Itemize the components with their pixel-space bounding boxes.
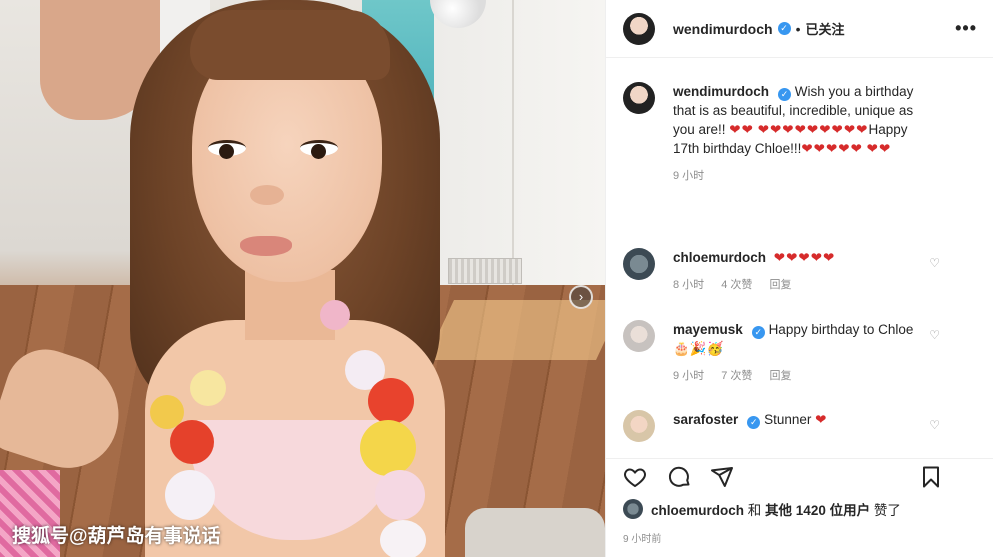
carousel-next-button[interactable]: › (569, 285, 593, 309)
share-icon[interactable] (710, 465, 734, 489)
caption-time: 9 小时 (673, 170, 705, 182)
post-timestamp: 9 小时前 (623, 534, 662, 545)
comment-username[interactable]: chloemurdoch (673, 250, 766, 265)
comment-likes[interactable]: 4 次赞 (721, 279, 752, 291)
author-avatar[interactable] (623, 12, 655, 45)
likes-count[interactable]: 其他 1420 位用户 (765, 503, 870, 518)
caption: wendimurdoch ✓ Wish you a birthday that i… (623, 82, 978, 186)
comment-text: Stunner (764, 412, 812, 427)
post-photo[interactable]: › 搜狐号@葫芦岛有事说话 (0, 0, 605, 557)
comment-like-icon[interactable]: ♡ (929, 418, 940, 432)
likes-summary: chloemurdoch 和 其他 1420 位用户 赞了 (623, 499, 901, 519)
left-eye (208, 140, 246, 159)
commenter-avatar[interactable] (623, 248, 655, 280)
author-username[interactable]: wendimurdoch (673, 21, 773, 37)
caption-hearts: ❤❤ (866, 141, 892, 156)
comment-username[interactable]: mayemusk (673, 322, 743, 337)
reply-button[interactable]: 回复 (770, 370, 792, 382)
right-eye (300, 140, 338, 159)
comment-item: chloemurdoch ❤❤❤❤❤ 8 小时 4 次赞 回复 ♡ (623, 248, 978, 295)
comment-emoji: 🎂🎉🥳 (673, 341, 724, 356)
comment-like-icon[interactable]: ♡ (929, 256, 940, 270)
liker-avatar[interactable] (623, 499, 643, 519)
post-header: wendimurdoch ✓ • 已关注 ••• (606, 0, 993, 58)
caption-hearts: ❤❤❤❤❤ (801, 141, 863, 156)
comment-time: 9 小时 (673, 370, 705, 382)
comment-item: sarafoster ✓ Stunner ❤ ♡ (623, 410, 978, 442)
comment-text: ❤❤❤❤❤ (773, 250, 836, 265)
floor-vent (448, 258, 522, 284)
comment-username[interactable]: sarafoster (673, 412, 738, 427)
pillow (465, 508, 605, 557)
caption-avatar[interactable] (623, 82, 655, 114)
comment-text: Happy birthday to Chloe (768, 322, 914, 337)
reply-button[interactable]: 回复 (770, 279, 792, 291)
post-panel: wendimurdoch ✓ • 已关注 ••• wendimurdoch ✓ W… (605, 0, 993, 557)
verified-icon: ✓ (751, 326, 765, 339)
verified-icon: ✓ (778, 88, 792, 101)
post-actions (606, 458, 993, 494)
watermark: 搜狐号@葫芦岛有事说话 (12, 526, 221, 547)
mouth (240, 236, 292, 256)
bookmark-icon[interactable] (919, 465, 943, 489)
more-icon[interactable]: ••• (955, 18, 977, 39)
comment-like-icon[interactable]: ♡ (929, 328, 940, 342)
comment-hearts: ❤ (815, 412, 828, 427)
follow-state-button[interactable]: 已关注 (805, 19, 844, 38)
comment-icon[interactable] (668, 465, 692, 489)
commenter-avatar[interactable] (623, 320, 655, 352)
liker-username[interactable]: chloemurdoch (651, 503, 744, 518)
comment-likes[interactable]: 7 次赞 (721, 370, 752, 382)
commenter-avatar[interactable] (623, 410, 655, 442)
wall-cabinet (415, 0, 605, 300)
verified-icon: ✓ (777, 22, 791, 35)
caption-hearts: ❤❤ (729, 122, 754, 137)
comment-item: mayemusk ✓ Happy birthday to Chloe 🎂🎉🥳 9 … (623, 320, 978, 386)
caption-hearts: ❤❤❤❤❤❤❤❤❤ (757, 122, 869, 137)
heart-icon[interactable] (623, 465, 647, 489)
comment-time: 8 小时 (673, 279, 705, 291)
caption-username[interactable]: wendimurdoch (673, 84, 769, 99)
verified-icon: ✓ (747, 416, 761, 429)
